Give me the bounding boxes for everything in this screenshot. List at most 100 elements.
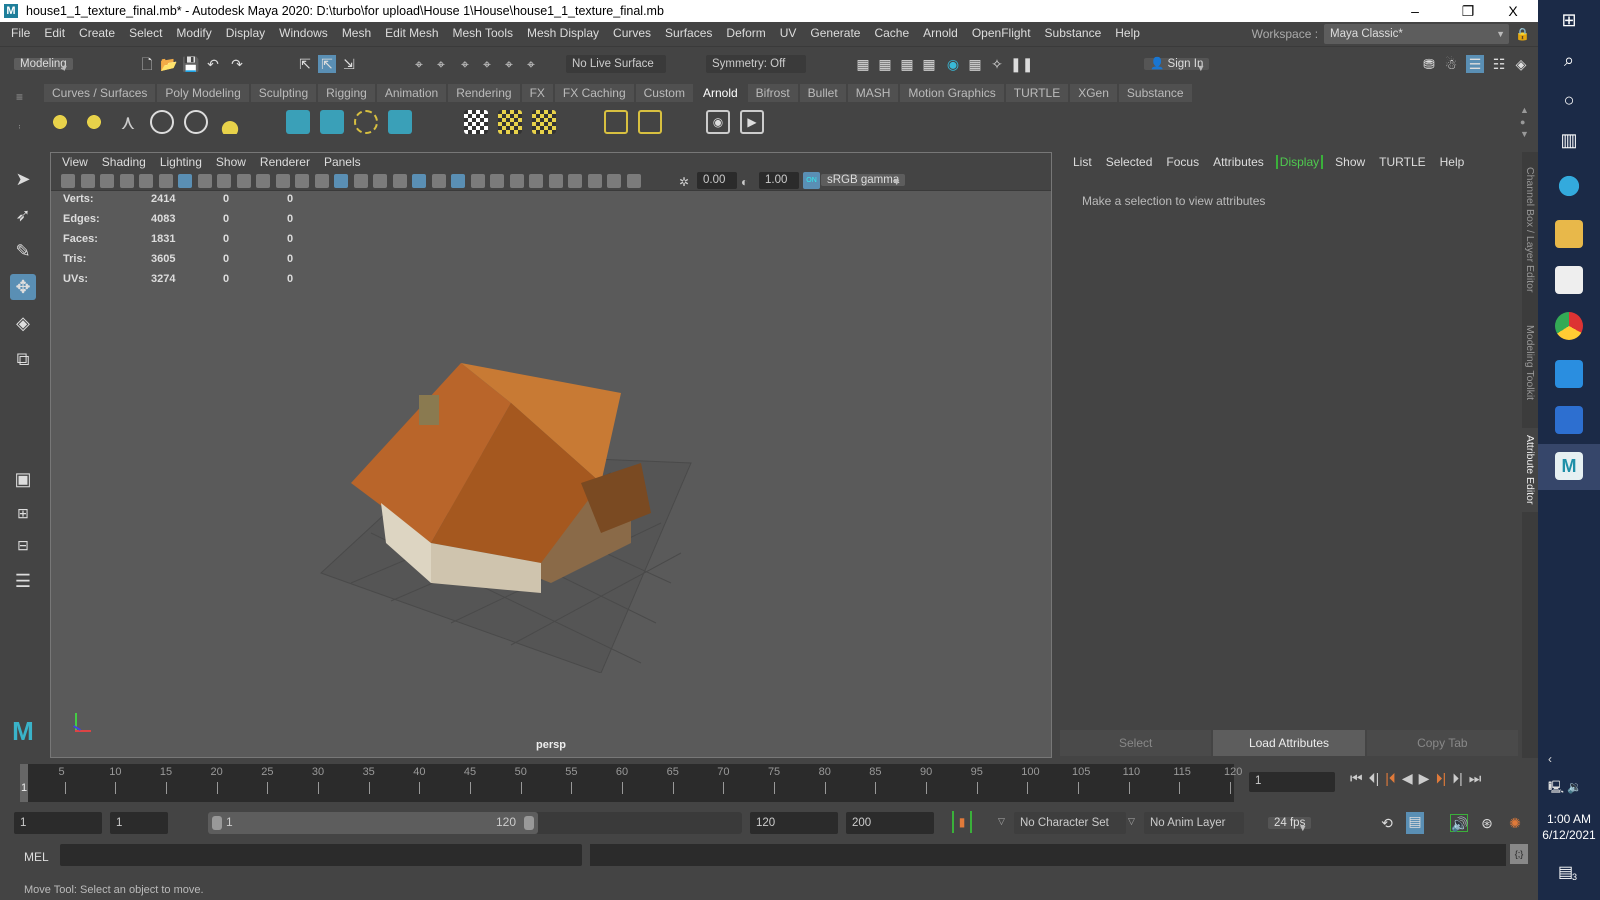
network-volume-icon[interactable]: 🖳 🔉 xyxy=(1548,778,1582,799)
tool-settings-icon[interactable]: ☷ xyxy=(1490,55,1508,73)
snap-edge-icon[interactable]: ⌖ xyxy=(522,55,540,73)
mail-icon[interactable] xyxy=(1555,360,1583,388)
workspace-dropdown[interactable]: Maya Classic* ▼ xyxy=(1324,24,1510,44)
lock-camera-icon[interactable] xyxy=(80,174,95,188)
viewport-menu-panels[interactable]: Panels xyxy=(317,155,368,169)
store-icon[interactable] xyxy=(1555,266,1583,294)
scale-tool-icon[interactable]: ⧉ xyxy=(10,346,36,372)
rotate-tool-icon[interactable]: ◈ xyxy=(10,310,36,336)
channel-box-icon[interactable]: ◈ xyxy=(1512,55,1530,73)
menu-arnold[interactable]: Arnold xyxy=(916,26,965,40)
shelf-tab-rendering[interactable]: Rendering xyxy=(448,84,520,102)
isolate-select-icon[interactable] xyxy=(548,174,563,188)
menu-edit-mesh[interactable]: Edit Mesh xyxy=(378,26,445,40)
shelf-tab-rigging[interactable]: Rigging xyxy=(318,84,375,102)
chevron-down-icon[interactable]: ▽ xyxy=(1128,816,1135,827)
time-editor-icon[interactable]: ⊛ xyxy=(1478,814,1496,832)
flush-texture-icon[interactable] xyxy=(638,110,662,134)
sound-icon[interactable]: 🔊 xyxy=(1450,814,1468,832)
auto-key-icon[interactable]: ▮ xyxy=(952,811,972,833)
snap-surface-icon[interactable]: ⌖ xyxy=(500,55,518,73)
shelf-tab-sculpting[interactable]: Sculpting xyxy=(250,84,317,102)
step-forward-key-icon[interactable]: ⏵| xyxy=(1435,770,1446,787)
select-hierarchy-icon[interactable]: ⇱ xyxy=(296,55,314,73)
undo-icon[interactable]: ↶ xyxy=(204,55,222,73)
menu-surfaces[interactable]: Surfaces xyxy=(658,26,719,40)
step-back-key-icon[interactable]: |⏴ xyxy=(1385,770,1396,787)
restore-button[interactable]: ❐ xyxy=(1445,0,1491,22)
open-scene-icon[interactable]: 📂 xyxy=(160,55,178,73)
anti-aliasing-icon[interactable] xyxy=(509,174,524,188)
go-to-start-icon[interactable]: ⏮ xyxy=(1350,770,1363,787)
snap-point-icon[interactable]: ⌖ xyxy=(456,55,474,73)
menu-cache[interactable]: Cache xyxy=(867,26,916,40)
loop-icon[interactable]: ⟲ xyxy=(1378,814,1396,832)
script-editor-icon[interactable]: {;} xyxy=(1510,844,1528,864)
menu-curves[interactable]: Curves xyxy=(606,26,658,40)
play-forward-icon[interactable]: ▶ xyxy=(1419,770,1430,787)
step-forward-icon[interactable]: ⏵| xyxy=(1452,770,1463,787)
chevron-down-icon[interactable]: ▽ xyxy=(998,816,1005,827)
shelf-tab-poly-modeling[interactable]: Poly Modeling xyxy=(157,84,249,102)
attribute-editor-toggle-icon[interactable]: ☰ xyxy=(1466,55,1484,73)
ae-menu-show[interactable]: Show xyxy=(1328,155,1372,169)
ae-menu-display[interactable]: Display xyxy=(1275,155,1324,169)
outliner-icon[interactable]: ☰ xyxy=(10,568,36,594)
tab-attribute-editor[interactable]: Attribute Editor xyxy=(1522,428,1538,512)
use-lights-icon[interactable] xyxy=(431,174,446,188)
live-surface-field[interactable]: No Live Surface xyxy=(566,55,666,73)
standin-icon[interactable] xyxy=(286,110,310,134)
wireframe-on-shaded-icon[interactable] xyxy=(587,174,602,188)
screen-space-ao-icon[interactable] xyxy=(470,174,485,188)
hypershade-icon[interactable]: ◉ xyxy=(944,55,962,73)
hud-icon[interactable] xyxy=(626,174,641,188)
ae-menu-help[interactable]: Help xyxy=(1433,155,1472,169)
menu-deform[interactable]: Deform xyxy=(719,26,772,40)
menu-display[interactable]: Display xyxy=(219,26,272,40)
menu-edit[interactable]: Edit xyxy=(37,26,72,40)
playback-start-field[interactable]: 1 xyxy=(110,812,168,834)
sign-in-dropdown[interactable]: 👤 Sign In ▼ xyxy=(1144,58,1210,73)
area-light-icon[interactable] xyxy=(48,110,72,134)
two-pane-icon[interactable]: ⊟ xyxy=(10,532,36,558)
move-tool-icon[interactable]: ✥ xyxy=(10,274,36,300)
character-set-dropdown[interactable]: No Character Set xyxy=(1014,812,1126,834)
render-settings-icon[interactable]: ▦ xyxy=(920,55,938,73)
menu-mesh-tools[interactable]: Mesh Tools xyxy=(446,26,520,40)
close-button[interactable]: X xyxy=(1490,0,1536,22)
menu-select[interactable]: Select xyxy=(122,26,169,40)
ae-menu-list[interactable]: List xyxy=(1066,155,1099,169)
range-slider-handle[interactable]: 1 120 xyxy=(208,812,538,834)
depth-of-field-icon[interactable] xyxy=(529,174,543,188)
safe-title-icon[interactable] xyxy=(295,174,309,188)
xray-icon[interactable] xyxy=(373,174,387,188)
save-scene-icon[interactable]: 💾 xyxy=(182,55,200,73)
export-standin-icon[interactable] xyxy=(320,110,344,134)
four-pane-icon[interactable]: ⊞ xyxy=(10,500,36,526)
ae-menu-turtle[interactable]: TURTLE xyxy=(1372,155,1432,169)
field-chart-icon[interactable] xyxy=(256,174,270,188)
house-model[interactable] xyxy=(311,333,731,673)
symmetry-dropdown[interactable]: Symmetry: Off xyxy=(706,55,806,73)
single-pane-icon[interactable]: ▣ xyxy=(10,466,36,492)
clock-date[interactable]: 6/12/2021 xyxy=(1538,828,1600,842)
shelf-scroll-icon[interactable]: ▲ ● ▼ xyxy=(1520,104,1529,140)
render-current-icon[interactable]: ▦ xyxy=(876,55,894,73)
viewport-menu-lighting[interactable]: Lighting xyxy=(153,155,209,169)
new-scene-icon[interactable]: 🗋 xyxy=(138,55,156,73)
photos-icon[interactable] xyxy=(1555,406,1583,434)
motion-blur-icon[interactable] xyxy=(490,174,504,188)
playback-end-field[interactable]: 120 xyxy=(750,812,838,834)
play-backward-icon[interactable]: ◀ xyxy=(1402,770,1413,787)
image-plane-icon[interactable] xyxy=(119,174,134,188)
animation-end-field[interactable]: 200 xyxy=(846,812,934,834)
command-language-label[interactable]: MEL xyxy=(24,850,49,864)
menu-create[interactable]: Create xyxy=(72,26,122,40)
shadows-icon[interactable] xyxy=(451,174,465,188)
lock-icon[interactable]: 🔒 xyxy=(1515,27,1530,41)
tab-channel-box[interactable]: Channel Box / Layer Editor xyxy=(1522,160,1538,300)
shelf-tab-bifrost[interactable]: Bifrost xyxy=(747,84,798,102)
safe-action-icon[interactable] xyxy=(275,174,290,188)
shelf-tab-xgen[interactable]: XGen xyxy=(1070,84,1117,102)
render-setup-icon[interactable]: ▦ xyxy=(966,55,984,73)
